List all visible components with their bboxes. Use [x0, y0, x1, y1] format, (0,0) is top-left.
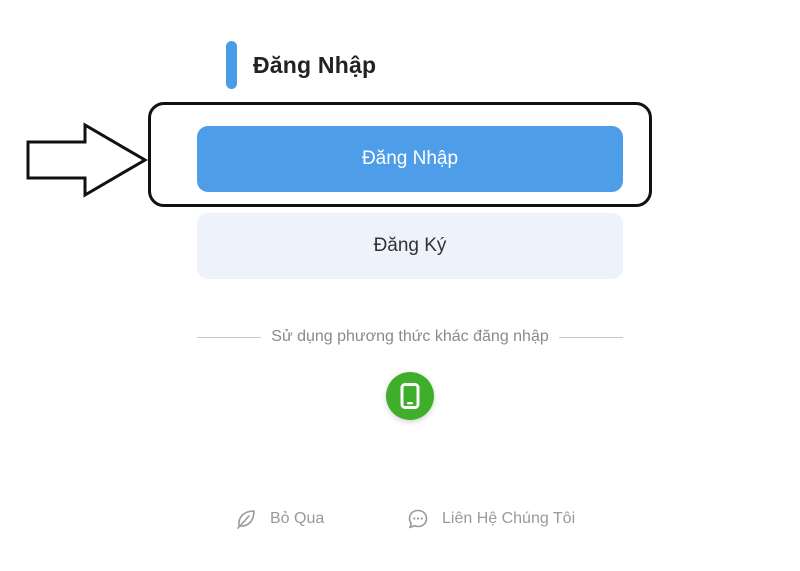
alt-login-divider: Sử dụng phương thức khác đăng nhập	[197, 326, 624, 348]
skip-label: Bỏ Qua	[270, 510, 325, 527]
divider-line-left	[197, 336, 262, 338]
divider-line-right	[558, 336, 624, 338]
chat-bubble-icon	[406, 507, 430, 531]
divider-text: Sử dụng phương thức khác đăng nhập	[271, 328, 549, 345]
title-accent-bar	[226, 41, 237, 89]
page-header: Đăng Nhập	[226, 41, 376, 89]
login-screen: Đăng Nhập Đăng Nhập Đăng Ký Sử dụng phươ…	[0, 0, 800, 571]
contact-label: Liên Hệ Chúng Tôi	[442, 510, 576, 527]
login-button[interactable]: Đăng Nhập	[197, 126, 623, 192]
contact-link[interactable]: Liên Hệ Chúng Tôi	[406, 506, 575, 532]
page-title: Đăng Nhập	[253, 51, 377, 78]
phone-login-button[interactable]	[386, 372, 434, 420]
phone-icon	[400, 383, 420, 409]
pointer-arrow-icon	[26, 122, 148, 198]
register-button[interactable]: Đăng Ký	[197, 213, 623, 279]
leaf-icon	[234, 507, 258, 531]
skip-link[interactable]: Bỏ Qua	[234, 506, 324, 532]
